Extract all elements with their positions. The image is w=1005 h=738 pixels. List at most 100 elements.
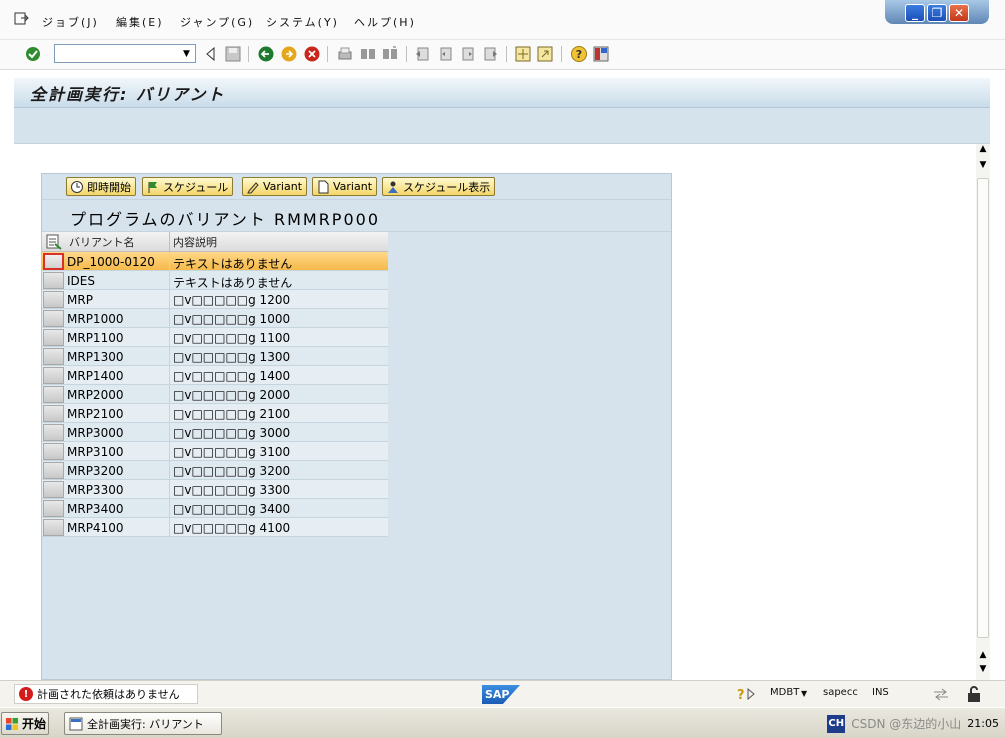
create-variant-label: Variant (333, 180, 373, 193)
execute-immediately-label: 即時開始 (87, 180, 131, 194)
table-row[interactable]: MRP1100 □v□□□□□g 1100 (42, 328, 388, 347)
row-selector[interactable] (43, 291, 64, 308)
row-selector[interactable] (43, 519, 64, 536)
lock-icon[interactable] (966, 685, 982, 703)
table-row[interactable]: MRP3200 □v□□□□□g 3200 (42, 461, 388, 480)
scroll-bottom-icon[interactable]: ▼ (978, 664, 988, 674)
previous-page-icon[interactable] (437, 45, 455, 63)
select-all-button[interactable] (44, 233, 64, 251)
scroll-thumb[interactable] (977, 178, 989, 638)
row-selector[interactable] (43, 500, 64, 517)
table-row[interactable]: IDES テキストはありません (42, 271, 388, 290)
status-message[interactable]: ! 計画された依頼はありません (14, 684, 198, 704)
close-window-button[interactable]: ✕ (949, 4, 969, 22)
cancel-icon[interactable] (303, 45, 321, 63)
collapse-left-icon[interactable] (202, 45, 220, 63)
find-next-icon[interactable] (381, 45, 399, 63)
command-field[interactable]: ▼ (54, 44, 196, 63)
variant-panel: 即時開始 スケジュール Variant Variant スケジュール表示 プログ… (41, 173, 672, 680)
table-row[interactable]: MRP2000 □v□□□□□g 2000 (42, 385, 388, 404)
table-row[interactable]: MRP3300 □v□□□□□g 3300 (42, 480, 388, 499)
minimize-button[interactable]: _ (905, 4, 925, 22)
row-selector[interactable] (43, 462, 64, 479)
row-selector[interactable] (43, 386, 64, 403)
system-tray: CH CSDN @东边的小山 21:05 (827, 710, 1005, 737)
column-divider (169, 442, 170, 461)
variant-name-cell: MRP1400 (67, 369, 124, 383)
menu-icon[interactable] (14, 12, 30, 26)
table-row[interactable]: MRP □v□□□□□g 1200 (42, 290, 388, 309)
table-row[interactable]: MRP4100 □v□□□□□g 4100 (42, 518, 388, 537)
clock[interactable]: 21:05 (967, 717, 999, 730)
create-variant-button[interactable]: Variant (312, 177, 378, 196)
status-help-icon[interactable]: ? (733, 686, 757, 702)
table-row[interactable]: MRP1000 □v□□□□□g 1000 (42, 309, 388, 328)
variant-name-cell: MRP1000 (67, 312, 124, 326)
enter-check-icon[interactable] (24, 45, 42, 63)
clock-execute-icon (71, 180, 83, 193)
exit-icon[interactable] (280, 45, 298, 63)
server-name: sapecc (823, 687, 858, 698)
menu-edit[interactable]: 編集(E) (116, 14, 164, 30)
restore-button[interactable]: ❐ (927, 4, 947, 22)
system-dropdown-icon[interactable]: ▼ (801, 689, 807, 698)
variant-name-cell: MRP3100 (67, 445, 124, 459)
column-divider (169, 461, 170, 480)
table-row[interactable]: MRP3000 □v□□□□□g 3000 (42, 423, 388, 442)
application-bar (14, 108, 990, 144)
row-selector[interactable] (43, 443, 64, 460)
column-divider (169, 271, 170, 290)
table-row[interactable]: MRP3400 □v□□□□□g 3400 (42, 499, 388, 518)
execute-immediately-button[interactable]: 即時開始 (66, 177, 136, 196)
scroll-down-icon[interactable]: ▲ (978, 650, 988, 660)
table-row[interactable]: MRP2100 □v□□□□□g 2100 (42, 404, 388, 423)
row-selector[interactable] (43, 348, 64, 365)
description-cell: □v□□□□□g 3300 (173, 483, 291, 497)
menu-jump[interactable]: ジャンプ(G) (180, 14, 254, 30)
back-icon[interactable] (257, 45, 275, 63)
column-divider (169, 290, 170, 309)
new-session-icon[interactable] (514, 45, 532, 63)
row-selector[interactable] (43, 310, 64, 327)
row-selector[interactable] (43, 424, 64, 441)
row-selector[interactable] (43, 272, 64, 289)
table-row[interactable]: MRP1300 □v□□□□□g 1300 (42, 347, 388, 366)
row-selector[interactable] (43, 329, 64, 346)
column-header-variant-name[interactable]: バリアント名 (69, 234, 135, 250)
help-icon[interactable]: ? (570, 45, 588, 63)
table-row[interactable]: DP_1000-0120 テキストはありません (42, 252, 388, 271)
print-icon[interactable] (336, 45, 354, 63)
column-divider (169, 309, 170, 328)
person-schedule-icon (388, 181, 398, 193)
scroll-top-icon[interactable]: ▲ (978, 144, 988, 154)
menu-system[interactable]: システム(Y) (266, 14, 339, 30)
table-row[interactable]: MRP3100 □v□□□□□g 3100 (42, 442, 388, 461)
table-row[interactable]: MRP1400 □v□□□□□g 1400 (42, 366, 388, 385)
last-page-icon[interactable] (481, 45, 499, 63)
change-variant-button[interactable]: Variant (242, 177, 308, 196)
ime-indicator[interactable]: CH (827, 714, 846, 733)
scroll-up-icon[interactable]: ▼ (978, 160, 988, 170)
display-schedule-button[interactable]: スケジュール表示 (382, 177, 496, 196)
row-selector[interactable] (43, 367, 64, 384)
row-selector[interactable] (43, 481, 64, 498)
first-page-icon[interactable] (414, 45, 432, 63)
layout-menu-icon[interactable] (592, 45, 610, 63)
description-cell: □v□□□□□g 3000 (173, 426, 291, 440)
menu-job[interactable]: ジョブ(J) (42, 14, 99, 30)
row-selector[interactable] (43, 253, 64, 270)
menu-help[interactable]: ヘルプ(H) (354, 14, 416, 30)
variant-name-cell: MRP1300 (67, 350, 124, 364)
find-icon[interactable] (359, 45, 377, 63)
schedule-button[interactable]: スケジュール (142, 177, 234, 196)
taskbar-window-item[interactable]: 全計画実行: バリアント (64, 712, 222, 735)
row-selector[interactable] (43, 405, 64, 422)
shortcut-icon[interactable] (536, 45, 554, 63)
vertical-scrollbar[interactable]: ▲ ▼ ▲ ▼ (976, 144, 990, 680)
save-icon[interactable] (224, 45, 242, 63)
column-header-description[interactable]: 内容説明 (173, 234, 217, 250)
start-button[interactable]: 开始 (1, 712, 49, 735)
next-page-icon[interactable] (459, 45, 477, 63)
change-variant-label: Variant (263, 180, 303, 193)
chevron-down-icon[interactable]: ▼ (179, 46, 194, 61)
